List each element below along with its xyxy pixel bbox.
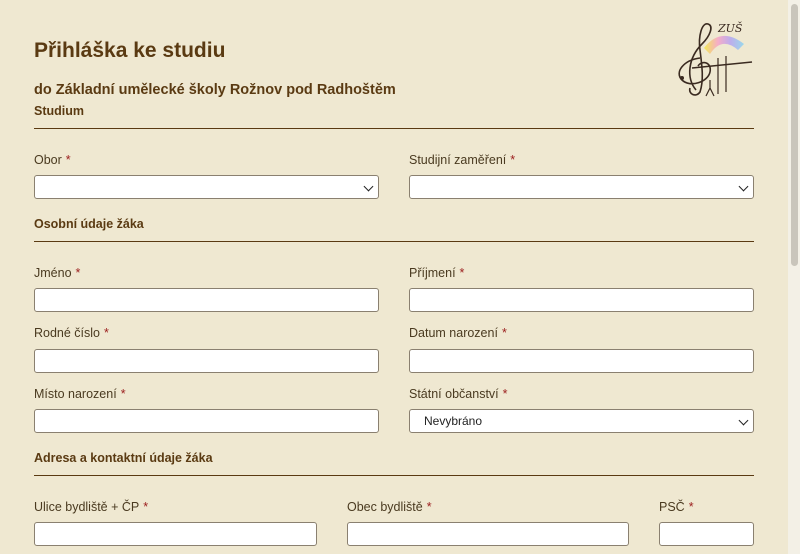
section-heading-adresa: Adresa a kontaktní údaje žáka <box>34 451 213 465</box>
statni-obcanstvi-select[interactable]: Nevybráno <box>409 409 754 433</box>
section-divider <box>34 128 754 129</box>
obor-select[interactable] <box>34 175 379 199</box>
obor-label: Obor * <box>34 153 71 167</box>
obec-label: Obec bydliště * <box>347 500 432 514</box>
ulice-label: Ulice bydliště + ČP * <box>34 500 149 514</box>
logo-text: ZUŠ <box>717 21 743 35</box>
vertical-scrollbar[interactable] <box>788 0 800 554</box>
section-heading-osobni-udaje: Osobní údaje žáka <box>34 217 144 231</box>
required-marker: * <box>510 153 516 167</box>
jmeno-input[interactable] <box>34 288 379 312</box>
scrollbar-thumb[interactable] <box>791 4 798 266</box>
studijni-zamereni-select[interactable] <box>409 175 754 199</box>
prijmeni-input[interactable] <box>409 288 754 312</box>
required-marker: * <box>459 266 465 280</box>
section-heading-studium: Studium <box>34 104 84 118</box>
studijni-zamereni-label: Studijní zaměření * <box>409 153 516 167</box>
datum-narozeni-input[interactable] <box>409 349 754 373</box>
chevron-down-icon <box>738 415 749 426</box>
ulice-input[interactable] <box>34 522 317 546</box>
misto-narozeni-input[interactable] <box>34 409 379 433</box>
required-marker: * <box>143 500 149 514</box>
statni-obcanstvi-label: Státní občanství * <box>409 387 508 401</box>
required-marker: * <box>120 387 126 401</box>
obec-input[interactable] <box>347 522 629 546</box>
section-divider <box>34 475 754 476</box>
required-marker: * <box>65 153 71 167</box>
required-marker: * <box>104 326 109 340</box>
statni-obcanstvi-value: Nevybráno <box>424 414 483 428</box>
application-form: Přihláška ke studiu do Základní umělecké… <box>0 0 788 554</box>
required-marker: * <box>501 326 507 340</box>
chevron-down-icon <box>738 181 749 192</box>
school-logo: ZUŠ <box>678 21 753 97</box>
section-divider <box>34 241 754 242</box>
required-marker: * <box>426 500 432 514</box>
required-marker: * <box>502 387 508 401</box>
psc-label: PSČ * <box>659 500 694 514</box>
jmeno-label: Jméno * <box>34 266 81 280</box>
rodne-cislo-label: Rodné číslo * <box>34 326 109 340</box>
datum-narozeni-label: Datum narození * <box>409 326 507 340</box>
psc-input[interactable] <box>659 522 754 546</box>
prijmeni-label: Příjmení * <box>409 266 465 280</box>
page-subtitle: do Základní umělecké školy Rožnov pod Ra… <box>34 82 396 98</box>
chevron-down-icon <box>363 181 374 192</box>
required-marker: * <box>688 500 694 514</box>
rodne-cislo-input[interactable] <box>34 349 379 373</box>
required-marker: * <box>75 266 81 280</box>
page-title: Přihláška ke studiu <box>34 39 226 62</box>
misto-narozeni-label: Místo narození * <box>34 387 126 401</box>
